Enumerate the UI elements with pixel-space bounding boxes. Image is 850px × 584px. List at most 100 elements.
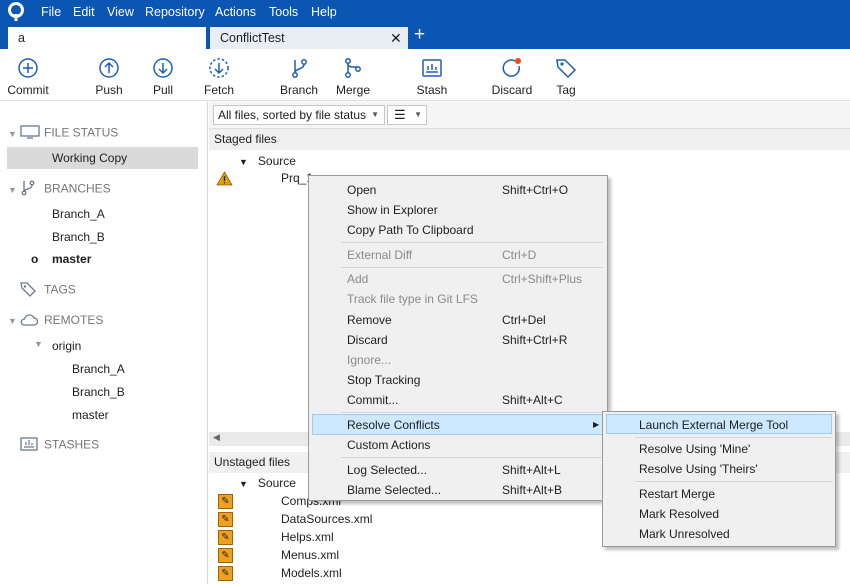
menu-item-track-lfs[interactable]: Track file type in Git LFS (312, 289, 604, 309)
menu-item-custom-actions[interactable]: Custom Actions (312, 435, 604, 455)
remotes-header[interactable]: ▼ REMOTES (8, 313, 103, 329)
menu-item-launch-merge-tool[interactable]: Launch External Merge Tool (606, 414, 832, 434)
sort-dropdown-value: All files, sorted by file status (218, 108, 367, 122)
menu-separator (635, 437, 833, 438)
tab-conflicttest[interactable]: ConflictTest ✕ (210, 27, 408, 49)
unstaged-source-folder[interactable]: ▼ Source (239, 476, 296, 490)
close-tab-icon[interactable]: ✕ (390, 27, 402, 49)
merge-label: Merge (335, 83, 370, 97)
stashes-header[interactable]: STASHES (8, 437, 99, 454)
unstaged-file-row[interactable]: ✎ Menus.xml (209, 547, 850, 565)
sidebar-item-origin-master[interactable]: master (72, 408, 109, 422)
add-tab-icon[interactable]: + (414, 24, 425, 46)
menu-item-add[interactable]: Add Ctrl+Shift+Plus (312, 269, 604, 289)
menu-item-label: Copy Path To Clipboard (347, 223, 474, 237)
cloud-icon (20, 313, 44, 329)
menu-item-mark-resolved[interactable]: Mark Resolved (606, 504, 832, 524)
sidebar-item-origin[interactable]: origin (52, 339, 81, 353)
sidebar-item-origin-branch-b[interactable]: Branch_B (72, 385, 125, 399)
menu-item-restart-merge[interactable]: Restart Merge (606, 484, 832, 504)
sourcetree-logo-icon[interactable] (6, 2, 26, 22)
fetch-icon (209, 58, 229, 78)
file-name: Helps.xml (281, 530, 334, 544)
folder-label: Source (257, 476, 296, 490)
conflict-warning-icon (216, 171, 233, 186)
collapse-icon: ▼ (8, 184, 17, 195)
tags-header[interactable]: TAGS (8, 281, 76, 300)
tags-label: TAGS (44, 282, 76, 297)
menu-item-ignore[interactable]: Ignore... (312, 350, 604, 370)
monitor-icon (20, 125, 44, 142)
menu-file[interactable]: File (41, 5, 61, 19)
menu-item-label: Resolve Conflicts (347, 418, 440, 432)
menu-item-discard[interactable]: Discard Shift+Ctrl+R (312, 330, 604, 350)
pull-button[interactable]: Pull (136, 55, 190, 97)
menu-item-show-in-explorer[interactable]: Show in Explorer (312, 200, 604, 220)
commit-button[interactable]: Commit (1, 55, 55, 97)
push-button[interactable]: Push (82, 55, 136, 97)
menu-edit[interactable]: Edit (73, 5, 95, 19)
collapse-icon[interactable]: ▼ (34, 339, 43, 349)
working-copy-label: Working Copy (52, 151, 128, 165)
push-label: Push (95, 83, 123, 97)
menu-separator (341, 412, 603, 413)
collapse-icon: ▼ (239, 157, 248, 167)
menu-tools[interactable]: Tools (269, 5, 298, 19)
menu-item-resolve-conflicts[interactable]: Resolve Conflicts ▶ (312, 414, 604, 435)
menu-item-open[interactable]: Open Shift+Ctrl+O (312, 180, 604, 200)
branches-header[interactable]: ▼ BRANCHES (8, 180, 111, 199)
menu-help[interactable]: Help (311, 5, 337, 19)
menu-repository[interactable]: Repository (145, 5, 205, 19)
menu-item-label: Launch External Merge Tool (639, 418, 789, 432)
staged-source-folder[interactable]: ▼ Source (239, 154, 296, 168)
sidebar-item-branch-a[interactable]: Branch_A (52, 207, 105, 221)
menu-item-log-selected[interactable]: Log Selected... Shift+Alt+L (312, 460, 604, 480)
tab-a[interactable]: a (8, 27, 206, 49)
menu-separator (635, 481, 833, 482)
file-status-header[interactable]: ▼ FILE STATUS (8, 125, 118, 142)
sort-dropdown[interactable]: All files, sorted by file status ▼ (213, 105, 385, 125)
merge-button[interactable]: Merge (326, 55, 380, 97)
menu-item-shortcut: Shift+Alt+L (502, 463, 561, 477)
modified-pencil-icon: ✎ (218, 566, 233, 581)
menu-item-blame-selected[interactable]: Blame Selected... Shift+Alt+B (312, 480, 604, 500)
tag-button[interactable]: Tag (539, 55, 593, 97)
scroll-left-icon[interactable]: ◀ (213, 432, 220, 443)
branch-button[interactable]: Branch (272, 55, 326, 97)
menu-item-commit[interactable]: Commit... Shift+Alt+C (312, 390, 604, 410)
sidebar-item-origin-branch-a[interactable]: Branch_A (72, 362, 125, 376)
view-options-dropdown[interactable]: ☰ ▼ (387, 105, 427, 125)
branches-label: BRANCHES (44, 181, 111, 196)
menu-item-shortcut: Shift+Ctrl+R (502, 333, 568, 347)
menu-item-resolve-mine[interactable]: Resolve Using 'Mine' (606, 439, 832, 459)
fetch-button[interactable]: Fetch (192, 55, 246, 97)
branch-icon (20, 180, 44, 199)
pull-label: Pull (152, 83, 173, 97)
menu-item-shortcut: Shift+Alt+B (502, 483, 563, 497)
modified-pencil-icon: ✎ (218, 512, 233, 527)
unstaged-file-row[interactable]: ✎ Models.xml (209, 565, 850, 583)
menu-item-copy-path[interactable]: Copy Path To Clipboard (312, 220, 604, 240)
menu-item-stop-tracking[interactable]: Stop Tracking (312, 370, 604, 390)
discard-button[interactable]: Discard (485, 55, 539, 97)
menu-item-shortcut: Ctrl+D (502, 248, 537, 262)
menu-view[interactable]: View (107, 5, 134, 19)
sidebar-item-branch-b[interactable]: Branch_B (52, 230, 105, 244)
tab-label: a (18, 31, 25, 45)
menu-item-mark-unresolved[interactable]: Mark Unresolved (606, 524, 832, 544)
menu-item-label: Add (347, 272, 369, 286)
toolbar: Commit Push Pull Fetch Branch Merge Stas… (0, 49, 850, 101)
menu-item-label: Open (347, 183, 377, 197)
sidebar-item-working-copy[interactable]: Working Copy (7, 147, 198, 169)
file-status-label: FILE STATUS (44, 125, 119, 140)
menu-item-remove[interactable]: Remove Ctrl+Del (312, 310, 604, 330)
menu-actions[interactable]: Actions (215, 5, 256, 19)
menu-item-resolve-theirs[interactable]: Resolve Using 'Theirs' (606, 459, 832, 479)
menu-item-label: External Diff (347, 248, 413, 262)
sidebar-item-master[interactable]: master (52, 252, 91, 266)
modified-pencil-icon: ✎ (218, 494, 233, 509)
menu-separator (341, 242, 603, 243)
modified-pencil-icon: ✎ (218, 530, 233, 545)
stash-button[interactable]: Stash (405, 55, 459, 97)
menu-item-external-diff[interactable]: External Diff Ctrl+D (312, 245, 604, 265)
